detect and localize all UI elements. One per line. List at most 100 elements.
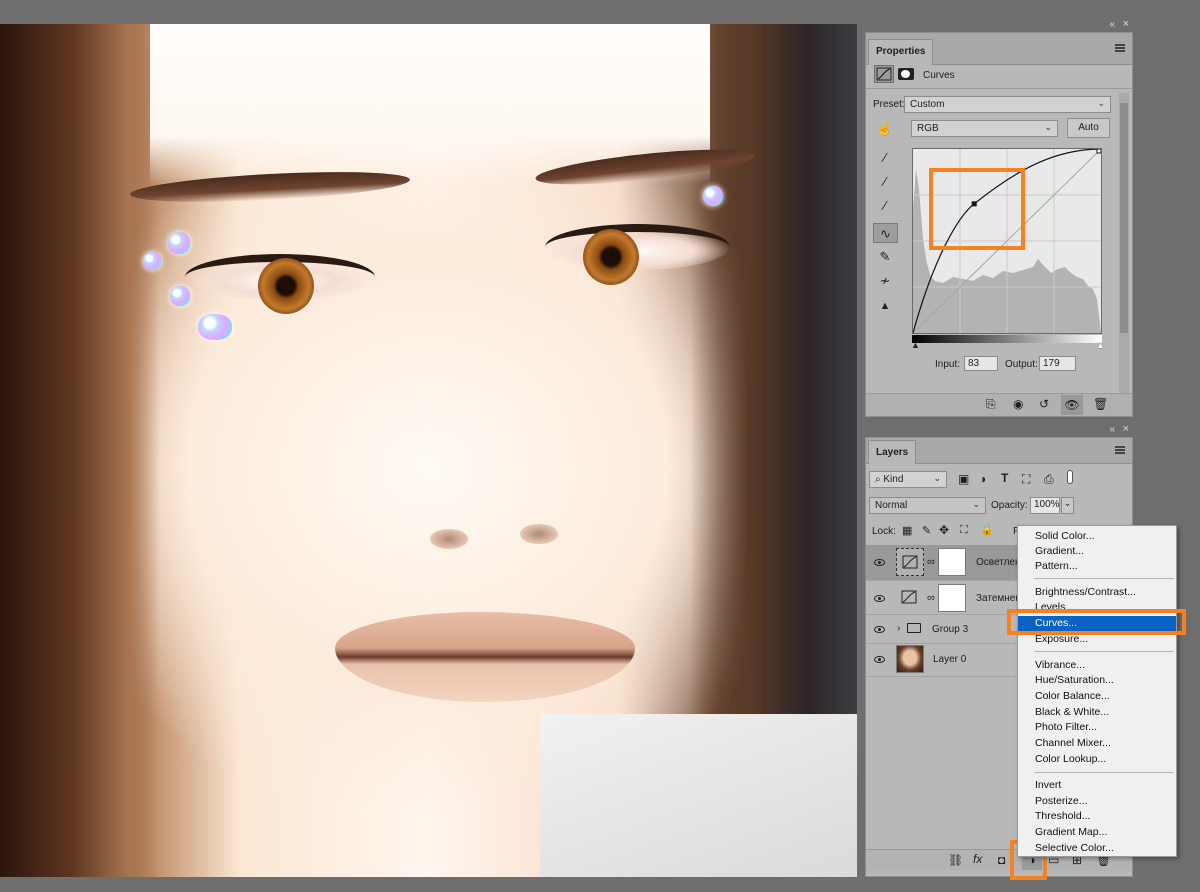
channel-dropdown[interactable]: RGB ⌄ xyxy=(911,120,1058,137)
preset-dropdown[interactable]: Custom ⌄ xyxy=(904,96,1111,113)
photo-gem xyxy=(703,186,723,206)
tab-layers[interactable]: Layers xyxy=(868,440,917,464)
auto-button[interactable]: Auto xyxy=(1067,118,1110,138)
tab-properties[interactable]: Properties xyxy=(868,39,934,65)
on-image-adjust-icon[interactable]: ☝ xyxy=(874,119,896,139)
menu-item-solid-color[interactable]: Solid Color... xyxy=(1018,529,1176,544)
layer-row[interactable]: Layer 0 xyxy=(866,645,1018,677)
scrollbar-thumb[interactable] xyxy=(1120,103,1128,333)
filter-toggle-icon[interactable] xyxy=(1067,470,1073,484)
trash-icon[interactable]: 🗑 xyxy=(1093,397,1108,411)
filter-shape-icon[interactable]: ⛶ xyxy=(1022,472,1030,487)
output-gradient-bar xyxy=(912,335,1102,343)
divider xyxy=(866,88,1132,89)
output-field[interactable]: 179 xyxy=(1039,356,1076,371)
pencil-tool-icon[interactable]: ✎ xyxy=(874,247,896,267)
link-layers-icon[interactable]: ⛓ xyxy=(948,853,963,867)
layer-row[interactable]: › Group 3 xyxy=(866,616,1018,644)
double-chevron-icon[interactable]: « xyxy=(1109,19,1115,30)
menu-item-pattern[interactable]: Pattern... xyxy=(1018,559,1176,574)
menu-separator xyxy=(1034,651,1174,652)
link-icon[interactable]: ∞ xyxy=(927,592,935,604)
clip-to-layer-icon[interactable]: ⎘ xyxy=(986,397,996,412)
menu-item-black-white[interactable]: Black & White... xyxy=(1018,705,1176,720)
mask-icon[interactable] xyxy=(898,68,914,80)
properties-scrollbar[interactable] xyxy=(1119,93,1129,393)
properties-footer: ⎘ ◉ ↺ 👁 🗑 xyxy=(866,393,1132,416)
menu-item-channel-mixer[interactable]: Channel Mixer... xyxy=(1018,736,1176,751)
white-point-slider[interactable]: ▲ xyxy=(1096,340,1105,350)
layer-row[interactable]: ∞ Осветлен xyxy=(866,545,1018,581)
chevron-right-icon[interactable]: › xyxy=(897,623,900,634)
blend-mode-dropdown[interactable]: Normal ⌄ xyxy=(869,497,986,514)
mask-thumbnail xyxy=(938,584,966,612)
menu-item-selective-color[interactable]: Selective Color... xyxy=(1018,841,1176,856)
eyedropper-white-icon[interactable]: ⁄ xyxy=(874,196,896,216)
opacity-field[interactable]: 100% xyxy=(1030,497,1060,514)
output-label: Output: xyxy=(1005,359,1038,370)
eye-icon[interactable] xyxy=(874,559,885,566)
filter-type-icon[interactable]: T xyxy=(1001,471,1008,485)
lock-transparent-icon[interactable]: ▦ xyxy=(902,524,912,537)
menu-separator xyxy=(1034,772,1174,773)
blend-mode-value: Normal xyxy=(875,500,908,511)
photo-iris-left xyxy=(258,258,314,314)
menu-item-brightness-contrast[interactable]: Brightness/Contrast... xyxy=(1018,585,1176,600)
photo-sweater xyxy=(540,714,857,877)
menu-item-color-lookup[interactable]: Color Lookup... xyxy=(1018,752,1176,767)
eye-icon[interactable] xyxy=(874,656,885,663)
opacity-chevron-icon[interactable]: ⌄ xyxy=(1061,497,1074,514)
eyedropper-black-icon[interactable]: ⁄ xyxy=(874,148,896,168)
curves-layer-thumbnail xyxy=(896,548,924,576)
menu-item-threshold[interactable]: Threshold... xyxy=(1018,809,1176,824)
hamburger-icon[interactable] xyxy=(1115,446,1125,454)
layer-filter-kind[interactable]: ⌕ Kind ⌄ xyxy=(869,471,947,488)
add-mask-icon[interactable]: ◘ xyxy=(998,853,1005,867)
curve-endpoint-white[interactable] xyxy=(1096,148,1102,154)
photo-gem xyxy=(168,232,190,254)
layer-row[interactable]: ∞ Затемнен xyxy=(866,582,1018,615)
visibility-toggle-icon[interactable]: 👁 xyxy=(1061,395,1083,415)
fx-icon[interactable]: fx xyxy=(973,852,982,866)
adjustment-title: Curves xyxy=(923,70,955,81)
lock-label: Lock: xyxy=(872,526,896,537)
document-canvas[interactable] xyxy=(0,24,857,877)
layers-tabrow: Layers xyxy=(866,438,1132,464)
properties-collapse-bar[interactable]: « × xyxy=(865,18,1133,32)
view-previous-icon[interactable]: ◉ xyxy=(1013,397,1023,411)
reset-icon[interactable]: ↺ xyxy=(1039,397,1049,411)
menu-item-invert[interactable]: Invert xyxy=(1018,778,1176,793)
black-point-slider[interactable]: ▲ xyxy=(911,340,920,350)
clipping-warning-icon[interactable]: ▲ xyxy=(874,296,896,316)
close-icon[interactable]: × xyxy=(1123,423,1129,435)
eye-icon[interactable] xyxy=(874,626,885,633)
adjustment-layer-menu[interactable]: Solid Color... Gradient... Pattern... Br… xyxy=(1017,525,1177,857)
menu-item-color-balance[interactable]: Color Balance... xyxy=(1018,689,1176,704)
close-icon[interactable]: × xyxy=(1123,18,1129,30)
input-label: Input: xyxy=(935,359,961,370)
eyedropper-gray-icon[interactable]: ⁄ xyxy=(874,172,896,192)
menu-item-gradient[interactable]: Gradient... xyxy=(1018,544,1176,559)
hamburger-icon[interactable] xyxy=(1115,44,1125,52)
menu-item-vibrance[interactable]: Vibrance... xyxy=(1018,658,1176,673)
menu-item-posterize[interactable]: Posterize... xyxy=(1018,794,1176,809)
input-field[interactable]: 83 xyxy=(964,356,998,371)
lock-artboard-icon[interactable]: ⛶ xyxy=(960,524,968,537)
lock-position-icon[interactable]: ✥ xyxy=(939,523,949,537)
lock-image-icon[interactable]: ✎ xyxy=(922,524,931,537)
filter-pixel-icon[interactable]: ▣ xyxy=(958,472,969,486)
filter-smart-object-icon[interactable]: ⎙ xyxy=(1044,472,1054,487)
double-chevron-icon[interactable]: « xyxy=(1109,424,1115,435)
smooth-curve-icon[interactable]: ≁ xyxy=(874,271,896,291)
curve-points-tool-icon[interactable]: ∿ xyxy=(873,223,898,243)
menu-item-hue-saturation[interactable]: Hue/Saturation... xyxy=(1018,673,1176,688)
curves-layer-thumbnail xyxy=(896,584,924,612)
link-icon[interactable]: ∞ xyxy=(927,556,935,568)
eye-icon[interactable] xyxy=(874,595,885,602)
menu-item-photo-filter[interactable]: Photo Filter... xyxy=(1018,720,1176,735)
highlight-box-curve xyxy=(929,168,1025,250)
lock-all-icon[interactable]: 🔒 xyxy=(980,523,994,536)
menu-item-gradient-map[interactable]: Gradient Map... xyxy=(1018,825,1176,840)
filter-adjustment-icon[interactable]: ◑ xyxy=(979,472,986,486)
layers-collapse-bar[interactable]: « × xyxy=(865,423,1133,437)
